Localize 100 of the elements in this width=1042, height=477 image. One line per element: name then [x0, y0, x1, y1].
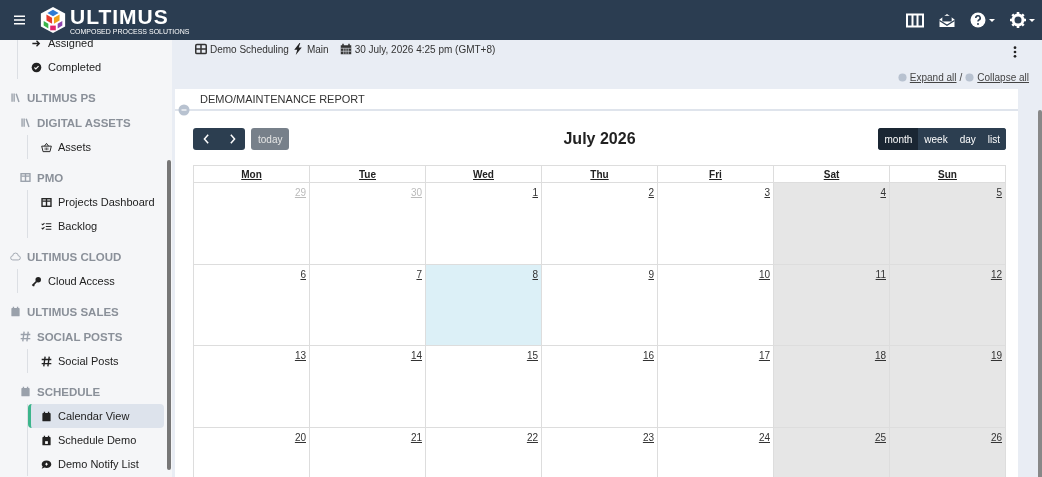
- day-cell[interactable]: 2: [542, 183, 658, 265]
- sidebar-link[interactable]: Backlog: [28, 214, 164, 238]
- day-number[interactable]: 1: [532, 187, 538, 198]
- day-cell[interactable]: 1: [426, 183, 542, 265]
- day-cell[interactable]: 13: [194, 346, 310, 428]
- day-number[interactable]: 20: [294, 431, 306, 443]
- day-cell[interactable]: 19: [890, 346, 1006, 428]
- day-cell[interactable]: 26: [890, 427, 1006, 477]
- sidebar-link[interactable]: Demo Notify List: [28, 452, 164, 476]
- day-number[interactable]: 24: [758, 431, 770, 443]
- expand-icon: [897, 73, 907, 82]
- sidebar-link[interactable]: Assets: [28, 135, 164, 159]
- day-number[interactable]: 15: [526, 350, 538, 361]
- columns-icon: [41, 196, 52, 208]
- chevron-right-icon: [228, 134, 236, 144]
- next-button[interactable]: [219, 128, 245, 150]
- collapse-icon: [965, 73, 975, 82]
- day-number[interactable]: 3: [764, 187, 770, 198]
- sidebar-link[interactable]: Projects Dashboard: [28, 190, 164, 214]
- day-cell[interactable]: 4: [774, 183, 890, 265]
- day-number[interactable]: 25: [874, 431, 886, 443]
- day-number[interactable]: 18: [874, 350, 886, 361]
- sidebar-link[interactable]: Assigned: [18, 40, 164, 55]
- view-button[interactable]: month: [878, 128, 919, 150]
- day-cell[interactable]: 5: [890, 183, 1006, 265]
- sidebar-link[interactable]: Schedule Demo: [28, 428, 164, 452]
- sidebar-link[interactable]: Calendar View: [28, 404, 164, 428]
- books-icon: [20, 117, 31, 128]
- day-cell[interactable]: 14: [310, 346, 426, 428]
- day-number[interactable]: 21: [410, 431, 422, 443]
- key-icon: [31, 275, 42, 287]
- hexagon-logo-icon: [39, 6, 67, 34]
- day-number[interactable]: 12: [990, 268, 1002, 280]
- chevron-left-icon: [202, 134, 210, 144]
- breadcrumb-branch[interactable]: Main: [306, 43, 329, 55]
- day-number[interactable]: 17: [758, 350, 770, 361]
- day-cell[interactable]: 11: [774, 264, 890, 346]
- day-cell[interactable]: 18: [774, 346, 890, 428]
- breadcrumb-app[interactable]: Demo Scheduling: [210, 43, 289, 55]
- day-number[interactable]: 11: [875, 268, 886, 280]
- more-options-icon[interactable]: [1013, 46, 1017, 58]
- day-number[interactable]: 10: [758, 268, 770, 280]
- comment-icon: [41, 458, 52, 470]
- day-number[interactable]: 26: [990, 431, 1002, 443]
- settings-icon[interactable]: [1010, 12, 1036, 28]
- card-title: DEMO/MAINTENANCE REPORT: [200, 93, 365, 105]
- sidebar-link[interactable]: Cloud Access: [18, 269, 164, 293]
- day-number[interactable]: 23: [642, 431, 654, 443]
- help-icon[interactable]: [970, 12, 996, 28]
- day-number[interactable]: 9: [648, 268, 654, 280]
- expand-all-link[interactable]: Expand all: [909, 72, 957, 83]
- table-icon: [195, 43, 207, 55]
- day-number[interactable]: 5: [996, 187, 1002, 198]
- day-cell[interactable]: 16: [542, 346, 658, 428]
- check-circle-icon: [31, 61, 42, 73]
- day-cell[interactable]: 8: [426, 264, 542, 346]
- weekday-header: Thu: [542, 166, 658, 183]
- calendar-icon: [41, 410, 52, 422]
- day-cell[interactable]: 22: [426, 427, 542, 477]
- collapse-all-link[interactable]: Collapse all: [977, 72, 1029, 83]
- day-number[interactable]: 6: [300, 268, 306, 280]
- calendar-icon: [20, 386, 31, 397]
- cloud-icon: [10, 251, 21, 262]
- day-number[interactable]: 2: [648, 187, 654, 198]
- day-number[interactable]: 14: [410, 350, 422, 361]
- previous-button[interactable]: [193, 128, 219, 150]
- day-cell[interactable]: 25: [774, 427, 890, 477]
- day-number[interactable]: 19: [990, 350, 1002, 361]
- hash-icon: [20, 331, 31, 342]
- day-cell[interactable]: 20: [194, 427, 310, 477]
- separator: /: [959, 72, 963, 83]
- day-cell[interactable]: 21: [310, 427, 426, 477]
- day-number[interactable]: 7: [416, 268, 422, 280]
- day-cell[interactable]: 12: [890, 264, 1006, 346]
- breadcrumb-datetime: 30 July, 2026 4:25 pm (GMT+8): [354, 43, 496, 55]
- weekday-header: Fri: [658, 166, 774, 183]
- calendar-icon: [41, 434, 52, 446]
- basket-icon: [41, 141, 52, 153]
- day-number[interactable]: 4: [880, 187, 886, 198]
- calendar-icon: [339, 43, 352, 55]
- sidebar-link[interactable]: Social Posts: [28, 349, 164, 373]
- hash-icon: [41, 355, 52, 367]
- envelope-icon[interactable]: [938, 12, 956, 28]
- day-cell[interactable]: 15: [426, 346, 542, 428]
- weekday-header: Mon: [194, 166, 310, 183]
- day-cell[interactable]: 6: [194, 264, 310, 346]
- arrow-icon: [31, 40, 42, 49]
- weekday-header: Tue: [310, 166, 426, 183]
- day-cell[interactable]: 23: [542, 427, 658, 477]
- columns-icon: [20, 172, 31, 183]
- day-number[interactable]: 8: [532, 268, 538, 280]
- columns-icon[interactable]: [906, 12, 924, 28]
- day-number[interactable]: 16: [642, 350, 654, 361]
- day-cell[interactable]: 9: [542, 264, 658, 346]
- day-number[interactable]: 22: [526, 431, 538, 443]
- scrollbar[interactable]: [167, 160, 171, 470]
- logo-wordmark: ULTIMUS: [70, 5, 170, 27]
- sidebar-link[interactable]: Completed: [18, 55, 164, 79]
- menu-icon[interactable]: [14, 15, 25, 25]
- day-number[interactable]: 13: [294, 350, 306, 361]
